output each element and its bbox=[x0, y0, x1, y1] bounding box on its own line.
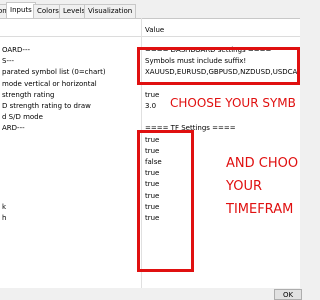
input-variable-name: D strength rating to draw bbox=[2, 102, 91, 110]
ok-button[interactable]: OK bbox=[274, 289, 302, 300]
input-variable-name: strength rating bbox=[2, 90, 55, 99]
input-variable-name: k bbox=[2, 202, 7, 211]
input-variable-name bbox=[0, 146, 141, 157]
input-value-field[interactable] bbox=[143, 112, 300, 123]
tab-inputs[interactable]: Inputs bbox=[6, 2, 36, 19]
timeframe-annotation-line3: TIMEFRAM bbox=[226, 202, 294, 217]
input-variable-name: mode vertical or horizontal bbox=[2, 79, 97, 88]
dialog-footer bbox=[0, 288, 300, 300]
tab-bar: on Inputs Colors Levels Visualization bbox=[0, 0, 300, 19]
grid-header: Value bbox=[0, 25, 300, 37]
choose-symbols-annotation: CHOOSE YOUR SYMB bbox=[170, 96, 296, 110]
input-variable-name bbox=[0, 179, 141, 190]
variable-column-header bbox=[0, 25, 141, 36]
input-variable-name: h bbox=[2, 214, 7, 222]
tab-visualization[interactable]: Visualization bbox=[84, 4, 137, 18]
timeframe-annotation-line1: AND CHOO bbox=[226, 156, 299, 171]
input-variable-name: OARD--- bbox=[2, 46, 31, 54]
input-variable-name: d S/D mode bbox=[2, 113, 43, 122]
input-variable-name bbox=[0, 191, 141, 202]
input-variable-name bbox=[0, 135, 141, 146]
value-column-header: Value bbox=[145, 26, 165, 34]
input-row[interactable]: d S/D mode bbox=[0, 112, 300, 123]
timeframe-annotation-line2: YOUR bbox=[226, 179, 263, 194]
input-variable-name bbox=[0, 157, 141, 168]
timeframe-highlight-box bbox=[137, 130, 194, 272]
input-variable-name bbox=[0, 168, 141, 179]
input-variable-name: ARD--- bbox=[2, 124, 25, 133]
input-variable-name: parated symbol list (0=chart) bbox=[2, 68, 106, 77]
input-variable-name: S--- bbox=[2, 57, 15, 66]
symbols-highlight-box bbox=[137, 47, 300, 85]
